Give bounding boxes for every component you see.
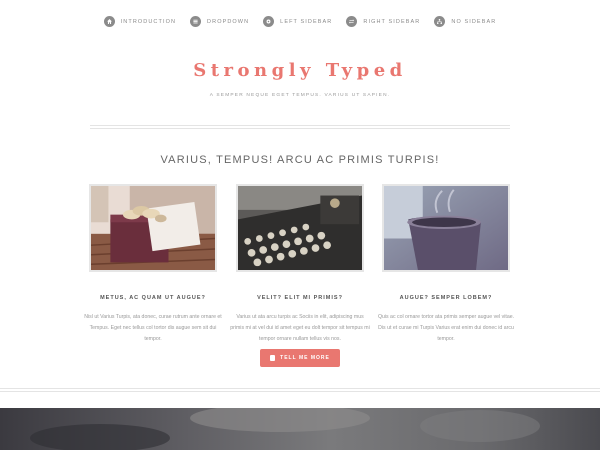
feature-text: Nisl ut Varius Turpis, ata donec, curae …	[84, 314, 222, 342]
sitemap-icon	[434, 16, 446, 27]
feature-title: Velit? Elit mi primis?	[257, 295, 343, 301]
feature-text: Quis ac col ornare tortor ata primis sem…	[377, 314, 515, 342]
nav-item-right-sidebar[interactable]: Right Sidebar	[346, 16, 420, 27]
feature-title: Augue? Semper lobem?	[399, 295, 493, 301]
nav-label: No Sidebar	[451, 18, 497, 25]
nav-item-no-sidebar[interactable]: No Sidebar	[434, 16, 496, 27]
file-icon	[270, 355, 276, 361]
nav-item-left-sidebar[interactable]: Left Sidebar	[263, 16, 332, 27]
divider	[0, 388, 600, 392]
nav-label: Dropdown	[207, 18, 250, 25]
nav-label: Introduction	[120, 18, 177, 25]
divider	[90, 125, 510, 129]
coffee-mug-photo[interactable]	[382, 184, 510, 272]
typewriter-photo[interactable]	[236, 184, 364, 272]
bars-icon	[190, 16, 202, 27]
banner-photo	[0, 408, 600, 450]
button-label: Tell Me More	[280, 355, 330, 361]
nav-label: Left Sidebar	[280, 18, 333, 25]
macarons-photo[interactable]	[89, 184, 217, 272]
feature-title: Metus, ac quam ut augue?	[100, 295, 206, 301]
tell-me-more-button[interactable]: Tell Me More	[260, 349, 340, 367]
section-title: Varius, tempus! Arcu ac primis turpis!	[160, 154, 440, 166]
nav-item-introduction[interactable]: Introduction	[103, 16, 177, 27]
feature-text: Varius ut ata arcu turpis ac Sociis in e…	[230, 314, 370, 342]
nav-item-dropdown[interactable]: Dropdown	[190, 16, 249, 27]
retweet-icon	[346, 16, 358, 27]
top-nav: Introduction Dropdown Left Sidebar Right…	[0, 16, 600, 27]
nav-label: Right Sidebar	[363, 18, 421, 25]
site-title[interactable]: Strongly Typed	[0, 60, 600, 81]
site-tagline: A semper neque eget tempus. Varius ut sa…	[209, 93, 391, 98]
home-icon	[103, 16, 115, 27]
cog-icon	[263, 16, 275, 27]
